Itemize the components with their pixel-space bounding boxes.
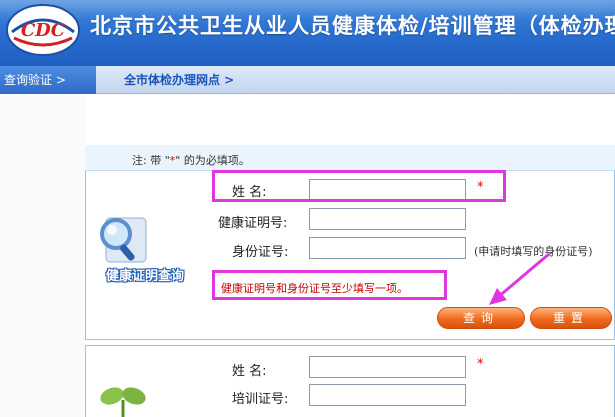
- svg-text:CDC: CDC: [21, 20, 66, 41]
- magnifier-icon: [100, 217, 147, 263]
- left-margin: [0, 95, 85, 417]
- health-cert-badge: 健康证明查询: [106, 269, 185, 284]
- nav-item-exam-locations[interactable]: 全市体检办理网点 >: [124, 66, 234, 94]
- search-button[interactable]: 查询: [437, 307, 525, 329]
- training-number-label: 培训证号:: [232, 392, 289, 407]
- reset-button[interactable]: 重置: [530, 307, 612, 329]
- required-note: 注: 带 "*" 的为必填项。: [132, 152, 250, 168]
- pointer-arrow-icon: [489, 252, 550, 305]
- page-title: 北京市公共卫生从业人员健康体检/培训管理（体检办理: [90, 14, 615, 38]
- note-suffix: " 的为必填项。: [175, 154, 250, 167]
- training-name-input[interactable]: [309, 356, 466, 378]
- id-number-label: 身份证号:: [232, 245, 289, 260]
- training-name-label: 姓 名:: [232, 364, 267, 379]
- cert-number-input[interactable]: [309, 208, 466, 230]
- site-header: CDC 北京市公共卫生从业人员健康体检/培训管理（体检办理: [0, 0, 615, 66]
- page: CDC 北京市公共卫生从业人员健康体检/培训管理（体检办理 查询验证 > 全市体…: [0, 0, 615, 417]
- training-name-required-mark: *: [477, 357, 484, 372]
- note-prefix: 注: 带 ": [132, 154, 170, 167]
- nav-item-query-verify[interactable]: 查询验证 >: [0, 66, 96, 94]
- name-highlight-box: [212, 170, 506, 202]
- sprout-icon: [100, 387, 146, 417]
- id-number-input[interactable]: [309, 237, 466, 259]
- cdc-logo-icon: CDC: [6, 4, 80, 56]
- training-number-input[interactable]: [309, 384, 466, 406]
- cert-number-label: 健康证明号:: [218, 216, 288, 231]
- nav-bar: 查询验证 > 全市体检办理网点 >: [0, 66, 615, 94]
- cert-or-id-warning: 健康证明号和身份证号至少填写一项。: [221, 282, 408, 295]
